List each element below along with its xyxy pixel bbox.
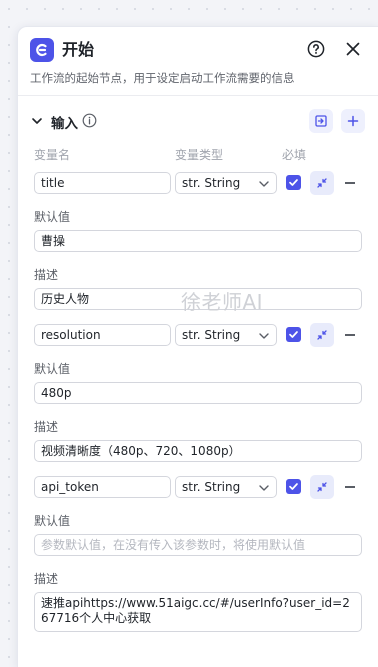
collapse-button[interactable] [310,171,334,195]
variable-type-select[interactable]: str. String [175,476,277,498]
node-description: 工作流的起始节点，用于设定启动工作流需要的信息 [30,71,295,85]
required-checkbox[interactable] [286,327,301,342]
page-title: 开始 [62,40,95,59]
column-header-required: 必填 [282,148,307,162]
chevron-down-icon [259,181,269,187]
default-value-input[interactable]: 曹操 [34,230,362,252]
panel-header: 开始 工作流的起始节点，用于设定启动工作流需要的信息 [18,27,378,97]
description-label: 描述 [34,268,59,282]
variable-name-input[interactable]: resolution [34,324,171,346]
import-button[interactable] [309,109,333,133]
default-value-label: 默认值 [34,514,71,528]
variable-name-input[interactable]: api_token [34,476,171,498]
close-icon[interactable] [343,39,363,59]
add-variable-button[interactable] [341,109,365,133]
required-checkbox[interactable] [286,479,301,494]
collapse-button[interactable] [310,323,334,347]
variable-name-input[interactable]: title [34,172,171,194]
collapse-arrows-icon [317,482,327,492]
collapse-arrows-icon [317,330,327,340]
description-label: 描述 [34,420,59,434]
chevron-down-icon[interactable] [30,114,44,128]
import-icon [315,115,327,127]
chevron-down-icon [259,333,269,339]
start-node-panel: 开始 工作流的起始节点，用于设定启动工作流需要的信息 输入 变量名 变量类型 必… [17,26,378,667]
variable-type-value: str. String [182,480,241,494]
check-icon [289,483,298,490]
variable-type-select[interactable]: str. String [175,324,277,346]
minus-icon[interactable] [345,334,355,336]
variable-type-value: str. String [182,176,241,190]
input-section-header: 输入 [18,107,378,135]
watermark: 徐老师AI [181,290,264,314]
start-node-icon [30,38,54,62]
question-circle-icon[interactable] [307,40,325,58]
default-value-label: 默认值 [34,210,71,224]
column-header-type: 变量类型 [175,148,224,162]
check-icon [289,179,298,186]
divider [18,95,378,96]
description-label: 描述 [34,572,59,586]
collapse-arrows-icon [317,178,327,188]
chevron-down-icon [259,485,269,491]
plus-icon [347,115,359,127]
collapse-button[interactable] [310,475,334,499]
variable-type-select[interactable]: str. String [175,172,277,194]
variable-type-value: str. String [182,328,241,342]
default-value-label: 默认值 [34,362,71,376]
minus-icon[interactable] [345,182,355,184]
section-title: 输入 [51,116,78,132]
default-value-input[interactable]: 参数默认值，在没有传入该参数时，将使用默认值 [34,534,362,556]
required-checkbox[interactable] [286,175,301,190]
info-circle-icon[interactable] [82,113,97,128]
description-textarea[interactable]: 速推apihttps://www.51aigc.cc/#/userInfo?us… [34,592,362,632]
default-value-input[interactable]: 480p [34,382,362,404]
column-header-name: 变量名 [34,148,71,162]
check-icon [289,331,298,338]
minus-icon[interactable] [345,486,355,488]
description-input[interactable]: 视频清晰度（480p、720、1080p） [34,440,362,462]
